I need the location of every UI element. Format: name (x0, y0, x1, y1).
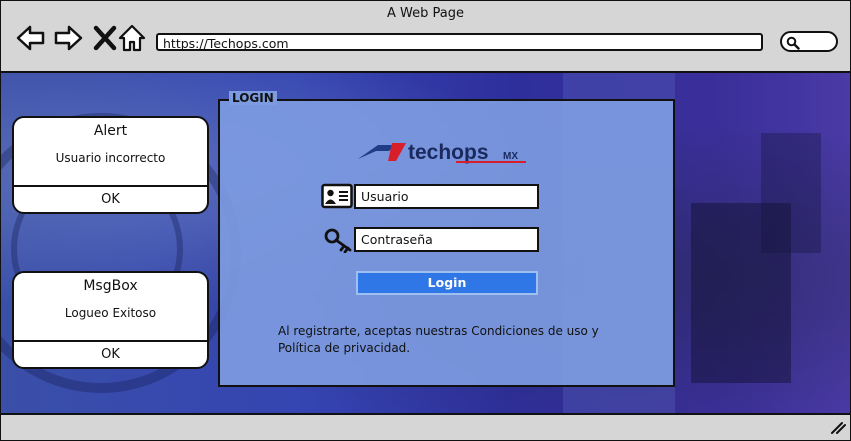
login-legend: LOGIN (229, 91, 277, 105)
back-arrow-icon[interactable] (16, 23, 46, 53)
resize-grip-icon[interactable] (828, 421, 846, 435)
login-button[interactable]: Login (356, 271, 538, 295)
browser-window: A Web Page https://Techops.com Alert Usu… (0, 0, 851, 441)
home-icon[interactable] (117, 23, 147, 53)
msgbox-ok-button[interactable]: OK (14, 340, 207, 367)
msgbox-dialog: MsgBox Logueo Exitoso OK (12, 271, 209, 369)
close-x-icon[interactable] (90, 23, 120, 53)
alert-message: Usuario incorrecto (55, 151, 166, 165)
status-bar (1, 413, 850, 440)
search-field[interactable] (780, 31, 838, 52)
msgbox-title: MsgBox (83, 278, 138, 294)
logo-main-text: techops (408, 141, 489, 164)
key-icon (324, 228, 352, 253)
forward-arrow-icon[interactable] (53, 23, 83, 53)
browser-toolbar: A Web Page https://Techops.com (1, 1, 850, 73)
background-shape (761, 133, 821, 253)
password-input[interactable]: Contraseña (354, 227, 539, 252)
techops-logo: techops MX (358, 141, 526, 164)
alert-dialog: Alert Usuario incorrecto OK (12, 116, 209, 214)
terms-line-1: Al registrarte, aceptas nuestras Condici… (278, 324, 599, 338)
page-content: Alert Usuario incorrecto OK MsgBox Logue… (1, 73, 850, 413)
terms-line-2[interactable]: Política de privacidad. (278, 340, 608, 357)
search-icon (786, 36, 800, 50)
user-card-icon (321, 183, 353, 209)
alert-ok-button[interactable]: OK (14, 185, 207, 212)
logo-underline (456, 161, 526, 163)
logo-suffix-text: MX (503, 151, 518, 162)
msgbox-message: Logueo Exitoso (64, 306, 157, 320)
username-input[interactable]: Usuario (354, 184, 539, 209)
terms-text: Al registrarte, aceptas nuestras Condici… (278, 323, 608, 357)
address-bar[interactable]: https://Techops.com (156, 33, 763, 51)
alert-title: Alert (93, 123, 128, 139)
window-title: A Web Page (387, 6, 464, 21)
